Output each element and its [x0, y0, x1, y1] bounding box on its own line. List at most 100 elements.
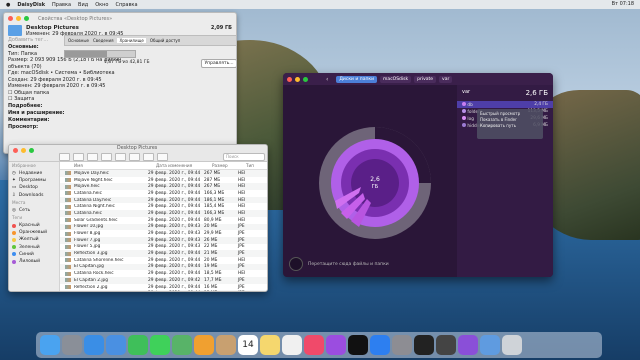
column-name[interactable]: Имя: [60, 163, 156, 168]
sidebar-item-downloads[interactable]: ⇩ Downloads: [9, 192, 59, 199]
sidebar-item-recents[interactable]: ◷ Недавние: [9, 170, 59, 177]
downloads-icon[interactable]: [480, 335, 500, 355]
table-row[interactable]: Flower 5.jpg 29 февр. 2020 г., 09:43 22 МБ…: [60, 244, 267, 251]
table-row[interactable]: Reflection 3.jpg 29 февр. 2020 г., 09:44 2…: [60, 250, 267, 257]
music-icon[interactable]: [304, 335, 324, 355]
messages-icon[interactable]: [150, 335, 170, 355]
podcasts-icon[interactable]: [326, 335, 346, 355]
search-input[interactable]: Поиск: [223, 153, 265, 161]
menu-edit[interactable]: Правка: [52, 2, 71, 8]
table-row[interactable]: Catalina Night.heic 29 февр. 2020 г., 09:…: [60, 203, 267, 210]
facetime-icon[interactable]: [128, 335, 148, 355]
sidebar-item-desktop[interactable]: ▭ Desktop: [9, 184, 59, 191]
table-row[interactable]: Solar Gradients.heic 29 февр. 2020 г., 09…: [60, 217, 267, 224]
table-row[interactable]: Catalina.heic 29 февр. 2020 г., 09:44 166,…: [60, 210, 267, 217]
table-row[interactable]: Mojave.heic 29 февр. 2020 г., 09:44 267 МБ…: [60, 183, 267, 191]
table-row[interactable]: Yosemite 4.jpg29 февр. 2020 г., 09:4415 …: [60, 290, 267, 291]
column-kind[interactable]: Тип: [246, 163, 266, 168]
safari-icon[interactable]: [84, 335, 104, 355]
appstore-icon[interactable]: [370, 335, 390, 355]
activity-icon[interactable]: [436, 335, 456, 355]
table-row[interactable]: Catalina.heic 29 февр. 2020 г., 09:44 166,…: [60, 190, 267, 197]
sidebar-tag[interactable]: Оранжевый: [9, 229, 59, 236]
section-preview[interactable]: Просмотр:: [4, 124, 236, 131]
menu-copy-path[interactable]: Копировать путь: [480, 123, 540, 129]
sidebar-tag[interactable]: Зеленый: [9, 244, 59, 251]
minimize-button[interactable]: [16, 16, 21, 21]
menu-help[interactable]: Справка: [115, 2, 137, 8]
view-list-button[interactable]: [101, 153, 112, 161]
table-row[interactable]: Flower 7.jpg 29 февр. 2020 г., 09:43 26 МБ…: [60, 236, 267, 244]
notes-icon[interactable]: [260, 335, 280, 355]
settings-icon[interactable]: [392, 335, 412, 355]
group-button[interactable]: [129, 153, 140, 161]
breadcrumb-private[interactable]: private: [414, 75, 437, 83]
table-row[interactable]: Reflection 2.jpg 29 февр. 2020 г., 09:44 1…: [60, 284, 267, 291]
column-date[interactable]: Дата изменения: [156, 163, 212, 168]
trash-icon[interactable]: [502, 335, 522, 355]
drop-zone[interactable]: Перетащите сюда файлы и папки: [289, 257, 389, 271]
back-button[interactable]: [59, 153, 70, 161]
mail-icon[interactable]: [106, 335, 126, 355]
zoom-button[interactable]: [303, 76, 308, 82]
back-arrow-icon[interactable]: ‹: [326, 76, 328, 83]
tab-general[interactable]: Основные: [68, 38, 89, 43]
table-row[interactable]: Mojave Night.heic 29 февр. 2020 г., 09:44…: [60, 177, 267, 184]
view-columns-button[interactable]: [115, 153, 126, 161]
tab-sharing[interactable]: Общий доступ: [150, 38, 181, 43]
maps-icon[interactable]: [172, 335, 192, 355]
close-button[interactable]: [13, 148, 18, 153]
breadcrumb-disks[interactable]: Диски и папки: [336, 75, 378, 83]
tag-button[interactable]: [157, 153, 168, 161]
daisydisk-icon[interactable]: [458, 335, 478, 355]
forward-button[interactable]: [73, 153, 84, 161]
sidebar-tag[interactable]: Желтый: [9, 236, 59, 243]
clock[interactable]: Вт 07:18: [612, 1, 634, 7]
column-size[interactable]: Размер: [212, 163, 246, 168]
section-more-info[interactable]: Подробнее:: [4, 103, 236, 110]
app-menu[interactable]: DaisyDisk: [17, 2, 45, 8]
minimize-button[interactable]: [295, 76, 300, 82]
calendar-icon[interactable]: 14: [238, 335, 258, 355]
folder-row[interactable]: db 2,4 ГБ: [457, 101, 553, 108]
finder-icon[interactable]: [40, 335, 60, 355]
table-row[interactable]: El Capitan.jpg 29 февр. 2020 г., 09:44 19 …: [60, 263, 267, 271]
sidebar-item-applications[interactable]: ✦ Программы: [9, 177, 59, 184]
sunburst-chart[interactable]: 2,6 ГБ: [315, 123, 435, 243]
table-row[interactable]: Mojave Day.heic 29 февр. 2020 г., 09:44 26…: [60, 170, 267, 177]
contacts-icon[interactable]: [216, 335, 236, 355]
breadcrumb-var[interactable]: var: [439, 75, 453, 83]
reminders-icon[interactable]: [282, 335, 302, 355]
tab-storage[interactable]: Хранилище: [117, 38, 146, 43]
launchpad-icon[interactable]: [62, 335, 82, 355]
menu-view[interactable]: Вид: [78, 2, 88, 8]
table-row[interactable]: Catalina Shoreline.heic 29 февр. 2020 г.,…: [60, 257, 267, 264]
terminal-icon[interactable]: [414, 335, 434, 355]
tv-icon[interactable]: [348, 335, 368, 355]
sidebar-tag[interactable]: Синий: [9, 251, 59, 258]
apple-menu-icon[interactable]: ●: [6, 2, 10, 8]
breadcrumb-macosdisk[interactable]: macOSdisk: [380, 75, 412, 83]
collector-icon[interactable]: [289, 257, 303, 271]
minimize-button[interactable]: [21, 148, 26, 153]
section-name-ext[interactable]: Имя и расширение:: [4, 110, 236, 117]
zoom-button[interactable]: [24, 16, 29, 21]
table-row[interactable]: Catalina Day.heic 29 февр. 2020 г., 09:44…: [60, 196, 267, 204]
section-comments[interactable]: Комментарии:: [4, 117, 236, 124]
menu-window[interactable]: Окно: [95, 2, 108, 8]
table-row[interactable]: El Capitan 2.jpg 29 февр. 2020 г., 09:42 1…: [60, 277, 267, 284]
zoom-button[interactable]: [29, 148, 34, 153]
close-button[interactable]: [287, 76, 292, 82]
sidebar-tag[interactable]: Лиловый: [9, 258, 59, 265]
tab-details[interactable]: Сведения: [93, 38, 113, 43]
manage-button[interactable]: Управлять...: [201, 59, 236, 68]
share-button[interactable]: [143, 153, 154, 161]
view-icons-button[interactable]: [87, 153, 98, 161]
sidebar-item-network[interactable]: ◎ Сеть: [9, 207, 59, 214]
table-row[interactable]: Catalina Rock.heic 29 февр. 2020 г., 09:4…: [60, 270, 267, 277]
photos-icon[interactable]: [194, 335, 214, 355]
close-button[interactable]: [8, 16, 13, 21]
table-row[interactable]: Flower 10.jpg 29 февр. 2020 г., 09:43 20 М…: [60, 223, 267, 231]
table-row[interactable]: Flower 8.jpg 29 февр. 2020 г., 09:43 29,9 …: [60, 230, 267, 237]
sidebar-tag[interactable]: Красный: [9, 222, 59, 229]
